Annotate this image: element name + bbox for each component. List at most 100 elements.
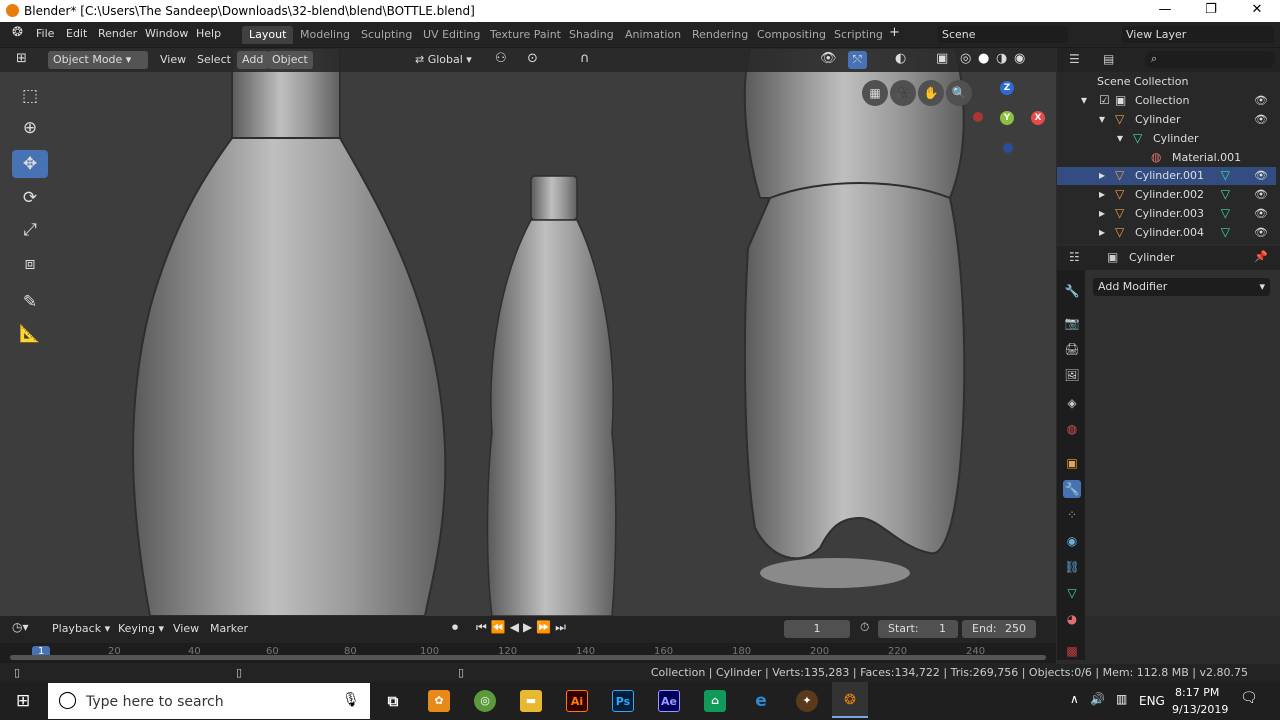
add-modifier-dropdown[interactable]: Add Modifier ▾ (1093, 278, 1270, 296)
outliner-editor-icon[interactable]: ☰ (1069, 52, 1080, 66)
checkbox-icon[interactable]: ☑ (1099, 93, 1110, 107)
annotate-icon[interactable]: ✎ (12, 288, 48, 316)
modifier-tab-icon[interactable]: 🔧 (1063, 480, 1081, 498)
zoom-icon[interactable]: 🔍 (946, 80, 972, 106)
eye-icon[interactable]: 👁 (1254, 207, 1268, 220)
timeline-scrollbar[interactable] (10, 655, 1046, 660)
eye-icon[interactable]: 👁 (1254, 188, 1268, 201)
physics-tab-icon[interactable]: ◉ (1063, 532, 1081, 550)
app-icon[interactable]: ⌂ (704, 690, 726, 712)
pivot-icon[interactable]: ⚇ (495, 51, 507, 66)
overlay-icon[interactable]: ◐ (895, 51, 906, 66)
particles-tab-icon[interactable]: ⁘ (1063, 506, 1081, 524)
maximize-button[interactable]: ❐ (1188, 0, 1234, 22)
expand-icon[interactable]: ▾ (1099, 112, 1105, 126)
render-tab-icon[interactable]: 📷 (1063, 314, 1081, 332)
visibility-icon[interactable]: 👁 (820, 51, 837, 66)
outliner-row[interactable]: ◍ Material.001 (1057, 149, 1276, 167)
rotate-icon[interactable]: ⟳ (12, 184, 48, 212)
measure-icon[interactable]: 📐 (12, 320, 48, 348)
transform-orientation-dropdown[interactable]: ⇄ Global ▾ (415, 53, 472, 66)
material-shading-icon[interactable]: ◑ (996, 51, 1007, 66)
menu-playback[interactable]: Playback ▾ (52, 622, 110, 635)
scale-icon[interactable]: ⤢ (12, 216, 48, 244)
properties-editor-icon[interactable]: ☷ (1069, 250, 1080, 264)
view-layer-tab-icon[interactable]: 🖼 (1063, 366, 1081, 384)
tab-modeling[interactable]: Modeling (293, 26, 357, 44)
add-workspace-button[interactable]: + (889, 25, 900, 40)
tab-rendering[interactable]: Rendering (685, 26, 755, 44)
object-tab-icon[interactable]: ▣ (1063, 454, 1081, 472)
view-layer-selector[interactable]: View Layer (1122, 26, 1274, 43)
tab-scripting[interactable]: Scripting (827, 26, 890, 44)
expand-icon[interactable]: ▸ (1099, 187, 1105, 201)
constraints-tab-icon[interactable]: ⛓ (1063, 558, 1081, 576)
transform-icon[interactable]: ⧈ (12, 250, 48, 278)
notification-icon[interactable]: 🗨 (1240, 690, 1258, 706)
volume-icon[interactable]: 🔊 (1090, 692, 1105, 706)
outliner-row[interactable]: ▸ ▽ Cylinder.004 ▽ 👁 (1057, 224, 1276, 242)
tray-expand-icon[interactable]: ∧ (1070, 692, 1079, 706)
pin-icon[interactable]: 📌 (1254, 250, 1268, 263)
current-frame-field[interactable]: 1 (784, 620, 850, 638)
gizmo-neg-x[interactable] (973, 112, 983, 122)
windows-start-icon[interactable]: ⊞ (16, 691, 30, 711)
timeline-editor-icon[interactable]: ◷▾ (12, 620, 29, 634)
menu-window[interactable]: Window (145, 27, 188, 40)
toggle-grid-icon[interactable]: ▦ (862, 80, 888, 106)
clock-time[interactable]: 8:17 PM (1175, 686, 1219, 699)
editor-type-icon[interactable]: ⊞ (16, 51, 27, 66)
tab-uv-editing[interactable]: UV Editing (416, 26, 487, 44)
menu-object[interactable]: Object (267, 51, 313, 69)
rendered-shading-icon[interactable]: ◉ (1014, 51, 1025, 66)
eye-icon[interactable]: 👁 (1254, 226, 1268, 239)
photoshop-icon[interactable]: Ps (612, 690, 634, 712)
gizmo-y-axis[interactable]: Y (1000, 111, 1014, 125)
proportional-edit-icon[interactable]: ∩ (580, 51, 590, 66)
tab-layout[interactable]: Layout (242, 26, 294, 44)
snap-icon[interactable]: ⊙ (527, 51, 538, 66)
expand-icon[interactable]: ▸ (1099, 168, 1105, 182)
eye-icon[interactable]: 👁 (1254, 169, 1268, 182)
menu-select[interactable]: Select (197, 53, 231, 66)
minimize-button[interactable]: — (1142, 0, 1188, 22)
end-frame-field[interactable]: End: 250 (962, 620, 1036, 638)
display-mode-icon[interactable]: ▤ (1103, 52, 1114, 66)
material-tab-icon[interactable]: ◕ (1063, 610, 1081, 628)
outliner-scene-collection[interactable]: Scene Collection (1057, 73, 1276, 91)
task-view-icon[interactable]: ⧉ (382, 690, 404, 712)
menu-edit[interactable]: Edit (66, 27, 87, 40)
app-icon[interactable]: ◎ (474, 690, 496, 712)
file-explorer-icon[interactable]: ▬ (520, 690, 542, 712)
outliner-search-input[interactable]: ⌕ (1145, 51, 1275, 68)
menu-keying[interactable]: Keying ▾ (118, 622, 164, 635)
move-icon[interactable]: ✥ (12, 150, 48, 178)
outliner-row[interactable]: ▾ ▽ Cylinder (1057, 130, 1276, 148)
eye-icon[interactable]: 👁 (1254, 94, 1268, 107)
illustrator-icon[interactable]: Ai (566, 690, 588, 712)
menu-timeline-view[interactable]: View (173, 622, 199, 635)
blender-menu-icon[interactable]: ❂ (12, 25, 23, 40)
clock-date[interactable]: 9/13/2019 (1172, 703, 1228, 716)
tool-tab-icon[interactable]: 🔧 (1063, 282, 1081, 300)
menu-marker[interactable]: Marker (210, 622, 248, 635)
record-icon[interactable]: ⏺ (452, 620, 458, 635)
microphone-icon[interactable]: 🎙 (342, 692, 360, 708)
outliner-row[interactable]: ▾ ▽ Cylinder 👁 (1057, 111, 1276, 129)
edge-icon[interactable]: e (750, 690, 772, 712)
tab-animation[interactable]: Animation (618, 26, 688, 44)
tab-texture-paint[interactable]: Texture Paint (483, 26, 568, 44)
menu-help[interactable]: Help (196, 27, 221, 40)
menu-add[interactable]: Add (237, 51, 269, 69)
app-icon[interactable]: ✦ (796, 690, 818, 712)
close-button[interactable]: ✕ (1234, 0, 1280, 22)
menu-file[interactable]: File (36, 27, 54, 40)
cursor-icon[interactable]: ⊕ (12, 114, 48, 142)
stopwatch-icon[interactable]: ⏱ (860, 620, 869, 635)
mode-dropdown[interactable]: Object Mode ▾ (48, 51, 148, 69)
scene-tab-icon[interactable]: ◈ (1063, 394, 1081, 412)
pan-hand-icon[interactable]: ✋ (918, 80, 944, 106)
scene-selector[interactable]: Scene (938, 26, 1068, 43)
tab-shading[interactable]: Shading (562, 26, 621, 44)
app-icon[interactable]: ✿ (428, 690, 450, 712)
